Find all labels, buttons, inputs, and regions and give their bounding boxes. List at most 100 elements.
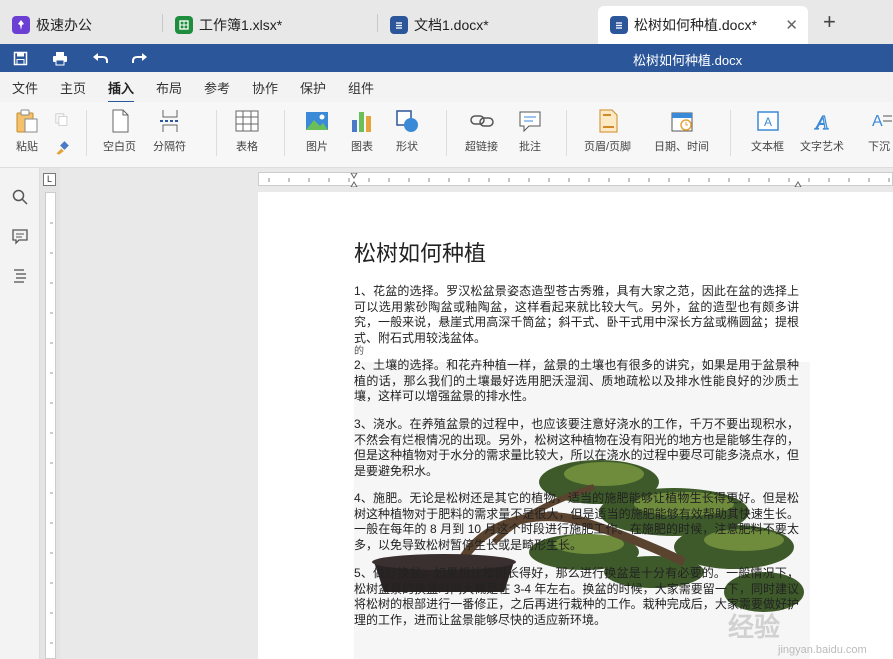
header-footer-button[interactable]: 页眉/页脚 bbox=[584, 108, 631, 154]
paste-label: 粘贴 bbox=[16, 141, 38, 153]
stray-text[interactable]: 的 bbox=[354, 342, 364, 357]
shape-label: 形状 bbox=[396, 141, 418, 153]
chart-button[interactable]: 图表 bbox=[349, 108, 375, 154]
menu-references[interactable]: 参考 bbox=[204, 78, 230, 97]
new-tab-button[interactable]: + bbox=[823, 11, 836, 33]
comments-icon[interactable] bbox=[11, 227, 29, 245]
tab-label: 松树如何种植.docx* bbox=[634, 17, 757, 33]
menu-insert[interactable]: 插入 bbox=[108, 78, 135, 103]
vertical-ruler-strip[interactable] bbox=[45, 192, 56, 659]
word-art-label: 文字艺术 bbox=[800, 141, 844, 153]
menu-file[interactable]: 文件 bbox=[12, 78, 38, 97]
ribbon-divider bbox=[446, 110, 447, 156]
separator-label: 分隔符 bbox=[153, 141, 186, 153]
title-bar: 松树如何种植.docx bbox=[0, 44, 893, 72]
document-title: 松树如何种植.docx bbox=[633, 53, 743, 68]
menu-protect[interactable]: 保护 bbox=[300, 78, 326, 97]
menu-plugins[interactable]: 组件 bbox=[348, 78, 374, 97]
print-icon[interactable] bbox=[51, 49, 69, 67]
blank-page-button[interactable]: 空白页 bbox=[103, 108, 136, 154]
brush-icon bbox=[56, 141, 69, 155]
document-heading[interactable]: 松树如何种植 bbox=[354, 236, 486, 268]
paragraph-1[interactable]: 1、花盆的选择。罗汉松盆景姿态造型苍古秀雅，具有大家之范，因此在盆的选择上可以选… bbox=[354, 284, 799, 346]
tab-label: 文档1.docx* bbox=[414, 17, 489, 33]
ribbon-divider bbox=[730, 110, 731, 156]
ribbon-divider bbox=[566, 110, 567, 156]
paragraph-3[interactable]: 3、浇水。在养殖盆景的过程中，也应该要注意好浇水的工作，千万不要出现积水，不然会… bbox=[354, 417, 799, 479]
tab-active-document[interactable]: 松树如何种植.docx* ✕ bbox=[598, 6, 808, 44]
shape-button[interactable]: 形状 bbox=[394, 108, 420, 154]
date-time-label: 日期、时间 bbox=[654, 141, 709, 153]
ribbon-toolbar: 粘贴 空白页 分隔符 表格 图片 图表 形状 超链接 批注 页眉/页脚 日期、时… bbox=[0, 102, 893, 168]
chart-icon bbox=[352, 112, 371, 132]
save-icon[interactable] bbox=[11, 49, 29, 67]
link-icon bbox=[469, 115, 494, 127]
paste-button[interactable]: 粘贴 bbox=[14, 108, 40, 154]
ribbon-divider bbox=[86, 110, 87, 156]
date-time-button[interactable]: 日期、时间 bbox=[654, 108, 709, 154]
table-button[interactable]: 表格 bbox=[234, 108, 260, 154]
drop-cap-icon: A bbox=[872, 113, 892, 130]
calendar-icon bbox=[671, 112, 692, 132]
rocket-icon bbox=[12, 16, 30, 34]
tab-document1[interactable]: 文档1.docx* bbox=[378, 6, 596, 44]
vertical-ruler: L bbox=[40, 168, 60, 659]
tab-home[interactable]: 极速办公 bbox=[0, 6, 160, 44]
close-icon[interactable]: ✕ bbox=[785, 16, 798, 34]
watermark-logo: 经验 bbox=[728, 612, 781, 642]
word-art-icon: A bbox=[813, 111, 829, 134]
comment-label: 批注 bbox=[519, 141, 541, 153]
menu-layout[interactable]: 布局 bbox=[156, 78, 182, 97]
document-page[interactable]: 松树如何种植 1、花盆的选择。罗汉松盆景姿态造型苍古秀雅，具有大家之范，因此在盆… bbox=[258, 192, 893, 659]
textbox-button[interactable]: A 文本框 bbox=[751, 108, 784, 154]
textbox-label: 文本框 bbox=[751, 141, 784, 153]
tab-label: 工作簿1.xlsx* bbox=[199, 17, 283, 33]
horizontal-ruler[interactable] bbox=[258, 172, 893, 188]
svg-text:A: A bbox=[814, 112, 829, 134]
undo-icon[interactable] bbox=[91, 49, 109, 67]
copy-button[interactable] bbox=[54, 112, 70, 132]
document-canvas: 松树如何种植 1、花盆的选择。罗汉松盆景姿态造型苍古秀雅，具有大家之范，因此在盆… bbox=[60, 168, 893, 659]
paragraph-2[interactable]: 2、土壤的选择。和花卉种植一样，盆景的土壤也有很多的讲究，如果是用于盆景种植的话… bbox=[354, 358, 799, 405]
tab-stop-selector[interactable]: L bbox=[43, 173, 56, 186]
tab-workbook[interactable]: 工作簿1.xlsx* bbox=[163, 6, 375, 44]
format-painter-button[interactable] bbox=[54, 140, 70, 160]
paste-icon bbox=[16, 109, 38, 133]
word-art-button[interactable]: A 文字艺术 bbox=[800, 108, 844, 154]
picture-icon bbox=[306, 112, 328, 130]
picture-label: 图片 bbox=[306, 141, 328, 153]
watermark-url: jingyan.baidu.com bbox=[778, 644, 867, 656]
navigation-icon[interactable] bbox=[11, 266, 29, 284]
redo-icon[interactable] bbox=[131, 49, 149, 67]
drop-cap-button[interactable]: A 下沉 bbox=[866, 108, 892, 154]
table-label: 表格 bbox=[236, 141, 258, 153]
ribbon-divider bbox=[284, 110, 285, 156]
picture-button[interactable]: 图片 bbox=[304, 108, 330, 154]
shape-icon bbox=[396, 110, 418, 132]
tab-bar: 极速办公 工作簿1.xlsx* 文档1.docx* 松树如何种植.docx* ✕… bbox=[0, 0, 893, 44]
hyperlink-label: 超链接 bbox=[465, 141, 498, 153]
comment-button[interactable]: 批注 bbox=[517, 108, 543, 154]
paragraph-4[interactable]: 4、施肥。无论是松树还是其它的植物，适当的施肥能够让植物生长得更好。但是松树这种… bbox=[354, 491, 799, 553]
document-icon bbox=[610, 16, 628, 34]
menu-home[interactable]: 主页 bbox=[60, 78, 86, 97]
spreadsheet-icon bbox=[175, 16, 193, 34]
comment-icon bbox=[519, 111, 541, 133]
table-icon bbox=[235, 110, 259, 132]
textbox-icon: A bbox=[756, 111, 779, 131]
left-panel bbox=[0, 168, 40, 659]
document-icon bbox=[390, 16, 408, 34]
tab-label: 极速办公 bbox=[36, 17, 92, 33]
blank-page-label: 空白页 bbox=[103, 141, 136, 153]
svg-text:A: A bbox=[763, 115, 771, 129]
separator-button[interactable]: 分隔符 bbox=[153, 108, 186, 154]
hyperlink-button[interactable]: 超链接 bbox=[465, 108, 498, 154]
chart-label: 图表 bbox=[351, 141, 373, 153]
drop-cap-label: 下沉 bbox=[868, 141, 890, 153]
menu-collaborate[interactable]: 协作 bbox=[252, 78, 278, 97]
search-icon[interactable] bbox=[11, 188, 29, 206]
ribbon-divider bbox=[216, 110, 217, 156]
page-break-icon bbox=[159, 110, 180, 132]
header-footer-icon bbox=[599, 109, 618, 133]
svg-text:A: A bbox=[872, 113, 883, 130]
